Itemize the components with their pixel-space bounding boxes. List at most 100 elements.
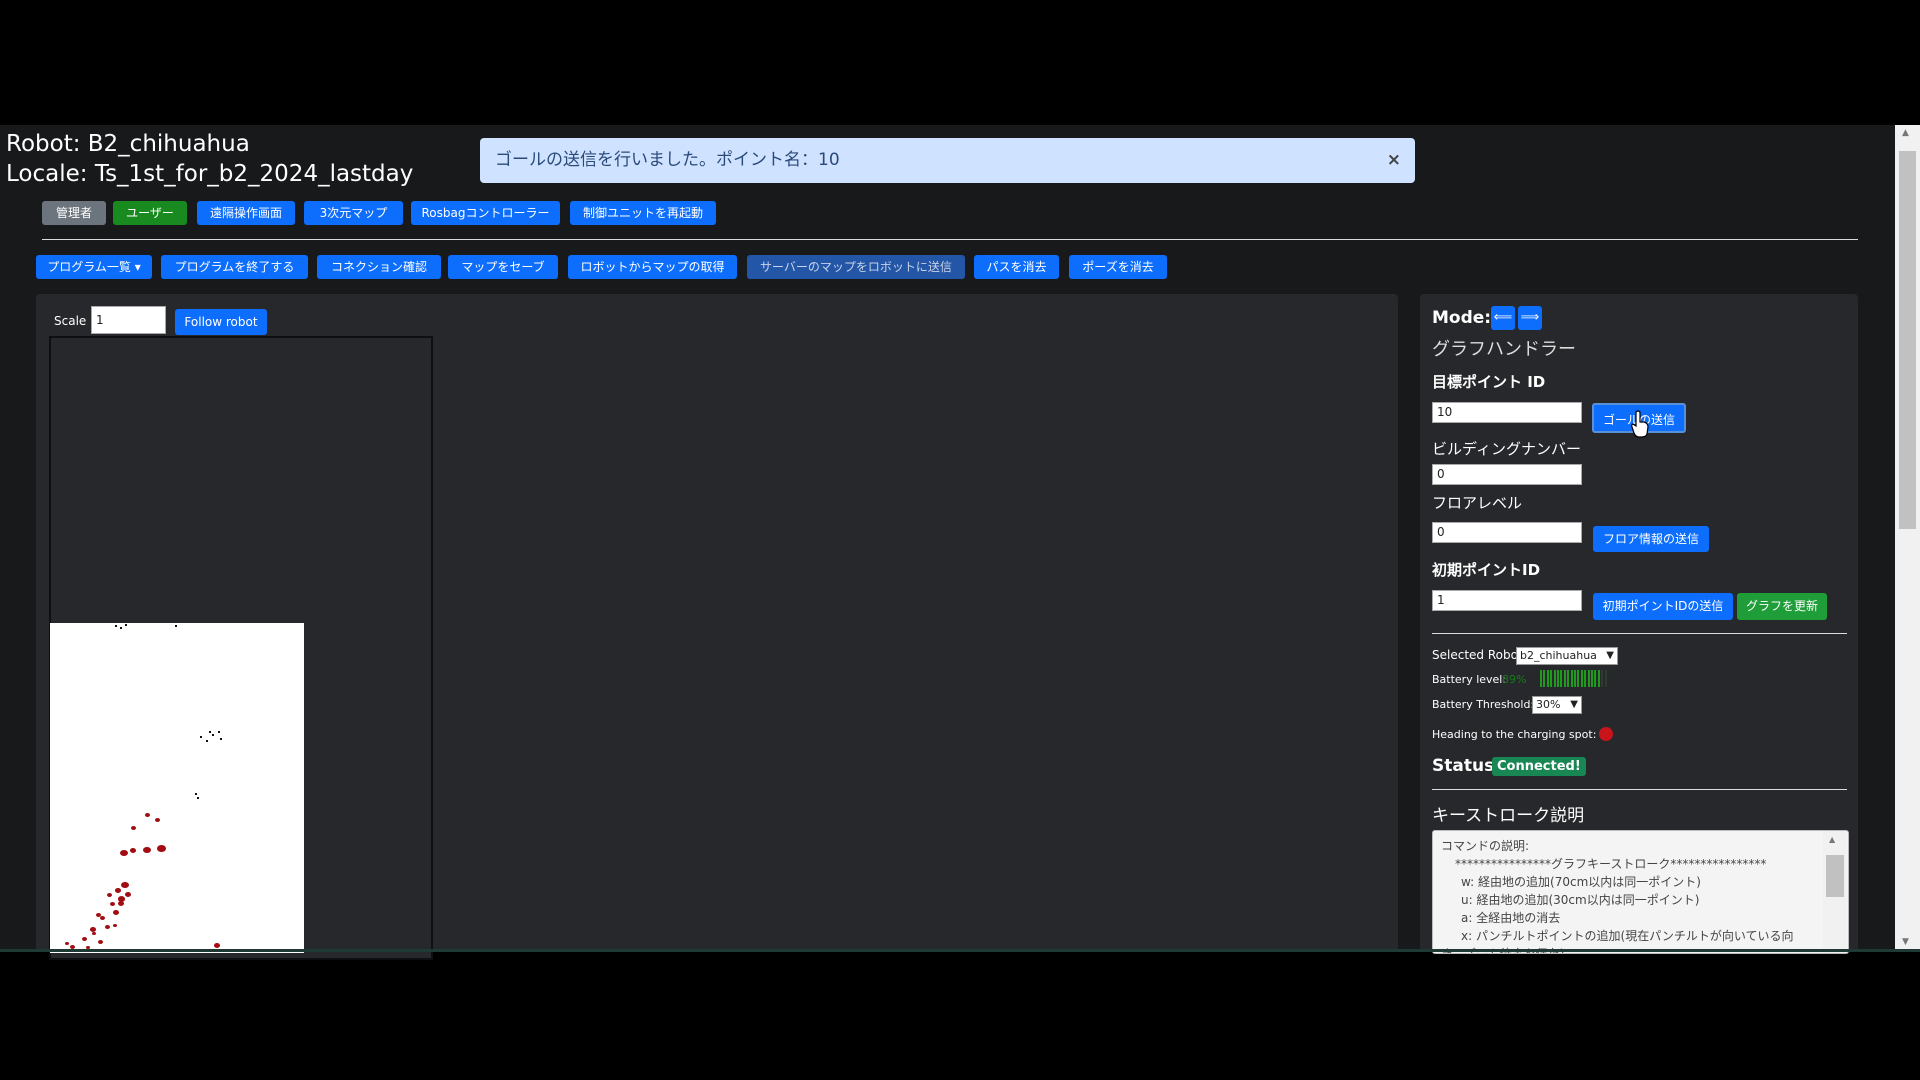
map-point xyxy=(130,848,136,853)
battery-segment xyxy=(1594,670,1597,687)
map-point xyxy=(214,943,220,948)
init-point-label: 初期ポイントID xyxy=(1432,561,1541,579)
mode-prev-button[interactable]: ⟸ xyxy=(1491,306,1515,330)
textarea-scrollbar[interactable]: ▲ xyxy=(1823,831,1847,953)
program-list-dropdown[interactable]: プログラム一覧 ▾ xyxy=(36,255,152,279)
battery-segment xyxy=(1546,670,1549,687)
textarea-scroll-thumb[interactable] xyxy=(1826,855,1844,897)
scroll-up-icon[interactable]: ▲ xyxy=(1902,128,1909,138)
map-speck xyxy=(206,740,208,742)
battery-segment xyxy=(1601,670,1604,687)
battery-segment xyxy=(1577,670,1580,687)
map-point xyxy=(105,925,110,929)
map-speck xyxy=(175,625,177,627)
scroll-down-icon[interactable]: ▼ xyxy=(1902,937,1909,947)
update-graph-button[interactable]: グラフを更新 xyxy=(1737,593,1827,620)
selected-robot-label: Selected Robot xyxy=(1432,648,1523,662)
charging-indicator-icon xyxy=(1599,727,1613,741)
user-button[interactable]: ユーザー xyxy=(113,201,187,225)
battery-segment xyxy=(1553,670,1556,687)
battery-segment xyxy=(1587,670,1590,687)
rosbag-controller-button[interactable]: Rosbagコントローラー xyxy=(411,201,560,225)
keystroke-line: a: 全経由地の消去 xyxy=(1461,911,1561,925)
map-speck xyxy=(212,734,214,736)
end-program-button[interactable]: プログラムを終了する xyxy=(161,255,308,279)
scale-input[interactable]: 1 xyxy=(91,306,166,334)
remote-control-button[interactable]: 遠隔操作画面 xyxy=(197,201,295,225)
map-point xyxy=(115,888,121,893)
keystroke-line: x: パンチルトポイントの追加(現在パンチルトが向いている向 xyxy=(1461,929,1794,943)
battery-segment xyxy=(1574,670,1576,687)
panel-divider-2 xyxy=(1432,789,1847,790)
follow-robot-button[interactable]: Follow robot xyxy=(175,309,267,335)
charging-label: Heading to the charging spot: xyxy=(1432,728,1597,741)
locale-heading: Locale: Ts_1st_for_b2_2024_lastday xyxy=(6,161,414,187)
keystroke-title: キーストローク説明 xyxy=(1432,806,1585,826)
map-point xyxy=(98,940,103,944)
save-map-button[interactable]: マップをセーブ xyxy=(448,255,558,279)
keystroke-line: w: 経由地の追加(70cm以内は同一ポイント) xyxy=(1461,875,1701,889)
map-point xyxy=(113,910,119,915)
map-speck xyxy=(200,736,202,738)
keystroke-textarea[interactable]: コマンドの説明: ****************グラフキーストローク*****… xyxy=(1432,830,1849,954)
battery-segment xyxy=(1584,670,1587,687)
building-input[interactable]: 0 xyxy=(1432,464,1582,485)
map-speck xyxy=(120,627,122,629)
map-point xyxy=(96,913,101,917)
map-point xyxy=(118,901,124,906)
chevron-down-icon: ▼ xyxy=(1606,650,1614,661)
clear-path-button[interactable]: パスを消去 xyxy=(974,255,1059,279)
page-scroll-thumb[interactable] xyxy=(1899,151,1916,529)
alert-message: ゴールの送信を行いました。ポイント名：10 xyxy=(495,150,840,170)
battery-threshold-select[interactable]: 30% ▼ xyxy=(1532,696,1582,714)
status-badge: Connected! xyxy=(1492,757,1586,776)
get-map-from-robot-button[interactable]: ロボットからマップの取得 xyxy=(568,255,737,279)
scale-label: Scale xyxy=(54,314,87,328)
status-label: Status: xyxy=(1432,756,1501,776)
battery-threshold-label: Battery Threshold: xyxy=(1432,698,1535,711)
map-point xyxy=(100,916,105,920)
map-point xyxy=(110,902,115,906)
battery-segment xyxy=(1597,670,1600,687)
battery-segment xyxy=(1543,670,1546,687)
battery-segment xyxy=(1550,670,1553,687)
page-scrollbar[interactable]: ▲ ▼ xyxy=(1895,125,1920,950)
battery-level-value: 89% xyxy=(1502,673,1527,686)
handler-name: グラフハンドラー xyxy=(1432,339,1576,360)
goal-point-label: 目標ポイント ID xyxy=(1432,373,1546,391)
map-speck xyxy=(195,793,197,795)
mode-next-button[interactable]: ⟹ xyxy=(1518,306,1542,330)
map-3d-button[interactable]: 3次元マップ xyxy=(304,201,403,225)
battery-segment xyxy=(1560,670,1563,687)
selected-robot-value: b2_chihuahua xyxy=(1520,649,1597,662)
map-speck xyxy=(197,797,199,799)
restart-control-unit-button[interactable]: 制御ユニットを再起動 xyxy=(570,201,716,225)
mode-label: Mode: xyxy=(1432,308,1492,328)
admin-button[interactable]: 管理者 xyxy=(42,201,106,225)
send-floor-button[interactable]: フロア情報の送信 xyxy=(1593,526,1709,552)
selected-robot-select[interactable]: b2_chihuahua ▼ xyxy=(1516,647,1618,665)
close-icon[interactable]: × xyxy=(1387,138,1401,183)
battery-segment xyxy=(1604,670,1607,687)
battery-segment xyxy=(1557,670,1559,687)
clear-pose-button[interactable]: ポーズを消去 xyxy=(1069,255,1167,279)
check-connection-button[interactable]: コネクション確認 xyxy=(317,255,441,279)
battery-segment xyxy=(1540,670,1542,687)
scroll-up-icon[interactable]: ▲ xyxy=(1829,835,1835,844)
keystroke-line: ****************グラフキーストローク**************… xyxy=(1455,857,1767,871)
map-point xyxy=(145,813,150,817)
init-point-input[interactable]: 1 xyxy=(1432,590,1582,611)
keystroke-line: コマンドの説明: xyxy=(1441,839,1530,853)
battery-segment xyxy=(1570,670,1573,687)
map-speck xyxy=(125,624,127,626)
send-map-to-robot-button[interactable]: サーバーのマップをロボットに送信 xyxy=(747,255,965,279)
map-speck xyxy=(209,731,211,733)
battery-level-bar xyxy=(1540,670,1608,687)
goal-point-input[interactable]: 10 xyxy=(1432,402,1582,423)
battery-level-label: Battery level: xyxy=(1432,673,1507,686)
keystroke-line: u: 経由地の追加(30cm以内は同一ポイント) xyxy=(1461,893,1700,907)
send-init-point-button[interactable]: 初期ポイントIDの送信 xyxy=(1593,593,1733,620)
map-speck xyxy=(218,731,220,733)
floor-input[interactable]: 0 xyxy=(1432,522,1582,543)
map-point xyxy=(125,892,131,897)
